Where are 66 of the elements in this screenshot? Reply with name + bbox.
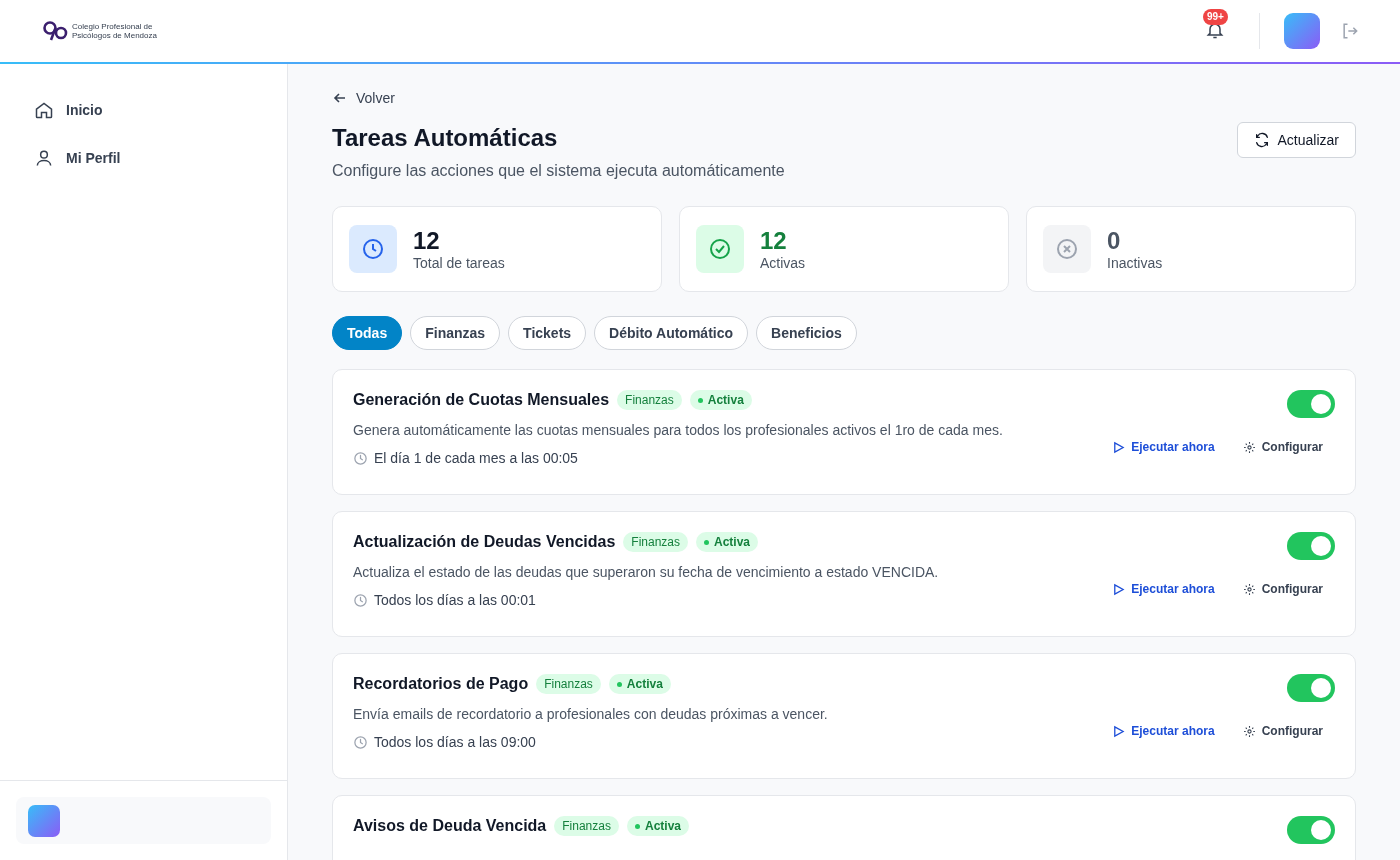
category-tag: Finanzas (617, 390, 682, 410)
run-now-link[interactable]: Ejecutar ahora (1112, 440, 1215, 454)
gear-icon (1242, 582, 1256, 596)
gear-icon (1242, 724, 1256, 738)
sidebar-item[interactable]: Mi Perfil (16, 136, 271, 180)
task-title: Generación de Cuotas Mensuales (353, 391, 610, 409)
logo-icon (42, 20, 68, 42)
clock-icon (353, 734, 368, 750)
task-title: Recordatorios de Pago (353, 675, 529, 693)
sidebar-item[interactable]: Inicio (16, 88, 271, 132)
task-schedule: Todos los días a las 00:01 (374, 592, 536, 608)
task-description: Actualiza el estado de las deudas que superaron su fecha de vencimiento a estado VENCIDA. (353, 564, 939, 580)
home-icon (34, 100, 54, 120)
category-tag: Finanzas (536, 674, 601, 694)
logo-text: Psicólogos de Mendoza (72, 31, 157, 40)
filter-tab[interactable]: Beneficios (756, 316, 857, 350)
refresh-button[interactable]: Actualizar (1236, 122, 1356, 158)
page-subtitle: Configure las acciones que el sistema ejecuta automáticamente (332, 162, 785, 180)
back-link[interactable]: Volver (332, 90, 395, 106)
toggle-switch[interactable] (1287, 532, 1335, 560)
task-description: Genera automáticamente las cuotas mensuales para todos los profesionales activos el 1ro de cada mes. (353, 422, 1003, 438)
toggle-switch[interactable] (1287, 816, 1335, 844)
logout-icon[interactable] (1340, 21, 1360, 41)
run-now-link[interactable]: Ejecutar ahora (1112, 582, 1215, 596)
status-badge: Activa (696, 532, 759, 552)
filter-tab[interactable]: Débito Automático (594, 316, 749, 350)
notification-badge: 99+ (1203, 9, 1228, 25)
filter-tab[interactable]: Finanzas (410, 316, 501, 350)
status-badge: Activa (608, 674, 671, 694)
configure-link[interactable]: Configurar (1242, 440, 1323, 454)
play-icon (1112, 440, 1126, 454)
status-badge: Activa (689, 390, 752, 410)
category-tag: Finanzas (554, 816, 619, 836)
task-description: Envía emails de recordatorio a profesionales con deudas próximas a vencer. (353, 706, 828, 722)
clock-icon (349, 225, 397, 273)
stat-value: 12 (760, 227, 788, 255)
gear-icon (1242, 440, 1256, 454)
status-badge: Activa (626, 816, 689, 836)
avatar (28, 804, 60, 837)
filter-tab[interactable]: Tickets (508, 316, 587, 350)
avatar[interactable] (1284, 13, 1320, 49)
play-icon (1112, 582, 1126, 596)
stat-label: Total de tareas (413, 255, 505, 271)
clock-icon (353, 592, 368, 608)
task-title: Actualización de Deudas Vencidas (353, 533, 616, 551)
user-icon (34, 148, 54, 168)
toggle-switch[interactable] (1287, 390, 1335, 418)
stat-value: 0 (1107, 227, 1122, 255)
task-schedule: El día 1 de cada mes a las 00:05 (374, 450, 578, 466)
task-schedule: Todos los días a las 09:00 (374, 734, 536, 750)
task-title: Avisos de Deuda Vencida (353, 817, 547, 835)
stat-value: 12 (413, 227, 441, 255)
category-tag: Finanzas (623, 532, 688, 552)
stat-label: Activas (760, 255, 806, 271)
logo-text: Colegio Profesional de (72, 22, 154, 31)
run-now-link[interactable]: Ejecutar ahora (1112, 724, 1215, 738)
user-card[interactable] (16, 797, 271, 844)
stat-label: Inactivas (1107, 255, 1163, 271)
page-title: Tareas Automáticas (332, 124, 559, 152)
toggle-switch[interactable] (1287, 674, 1335, 702)
filter-tab[interactable]: Todas (332, 316, 403, 350)
refresh-icon (1253, 132, 1270, 148)
clock-icon (353, 450, 368, 466)
configure-link[interactable]: Configurar (1242, 724, 1323, 738)
play-icon (1112, 724, 1126, 738)
configure-link[interactable]: Configurar (1242, 582, 1323, 596)
